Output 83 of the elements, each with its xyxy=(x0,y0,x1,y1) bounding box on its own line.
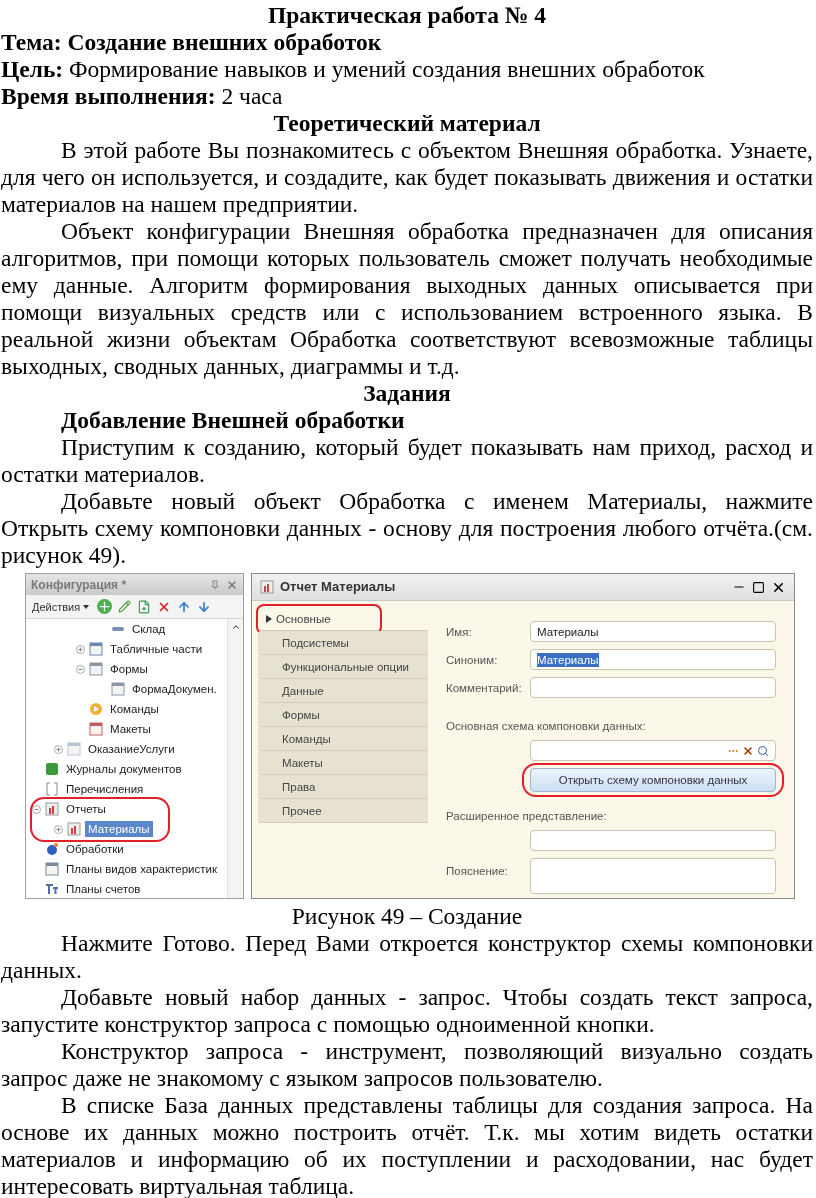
report-icon xyxy=(45,802,59,816)
panel-title: Конфигурация * xyxy=(31,577,128,592)
expand-icon[interactable] xyxy=(76,644,85,654)
command-icon xyxy=(89,702,103,716)
field-value: Материалы xyxy=(537,652,599,667)
report-icon xyxy=(67,822,81,836)
actions-menu[interactable]: Действия xyxy=(30,599,92,614)
chart-icon xyxy=(45,862,59,876)
paragraph: Приступим к созданию, который будет показывать нам приход, расход и остатки материалов. xyxy=(1,434,813,488)
pencil-icon[interactable] xyxy=(118,600,132,613)
field-label: Пояснение: xyxy=(446,864,509,878)
tree-item[interactable]: Планы счетов xyxy=(63,881,144,897)
section-heading: Теоретический материал xyxy=(272,110,542,137)
paragraph: Конструктор запроса - инструмент, позволяющий визуально создать запрос даже не знакомому с языком запросов пользователю. xyxy=(1,1038,813,1092)
layout-icon xyxy=(89,722,103,736)
tab[interactable]: Функциональные опции xyxy=(258,655,428,679)
field-label: Основная схема компоновки данных: xyxy=(446,719,647,733)
scroll-up-icon[interactable] xyxy=(230,622,241,632)
form-icon xyxy=(111,682,125,696)
tree-item[interactable]: Планы видов характеристик xyxy=(63,861,220,877)
paragraph: Добавьте новый объект Обработка с именем Материалы, нажмите Открыть схему компоновки данных - основу для построения любого отчёта.(см. рисунок 49). xyxy=(1,488,813,569)
field-label: Комментарий: xyxy=(446,680,523,695)
tab[interactable]: Прочее xyxy=(258,799,428,823)
accounts-icon xyxy=(45,882,59,896)
tree-item[interactable]: ФормаДокумен. xyxy=(129,681,220,697)
tree-item[interactable]: Перечисления xyxy=(63,781,147,797)
section-heading: Задания xyxy=(362,380,452,407)
expand-icon[interactable] xyxy=(54,744,63,754)
tree-item[interactable]: Табличные части xyxy=(107,641,206,657)
tree-item[interactable]: Отчеты xyxy=(63,801,109,817)
clear-icon[interactable] xyxy=(742,744,754,757)
field-value: Материалы xyxy=(537,624,599,639)
tab[interactable]: Данные xyxy=(258,679,428,703)
expand-icon[interactable] xyxy=(54,824,63,834)
tree-item[interactable]: Журналы документов xyxy=(63,761,185,777)
figure-caption: Рисунок 49 – Создание xyxy=(290,903,524,930)
document-icon xyxy=(67,742,81,756)
tab[interactable]: Подсистемы xyxy=(258,631,428,655)
collapse-icon[interactable] xyxy=(32,804,41,814)
tab[interactable]: Макеты xyxy=(258,751,428,775)
brackets-icon xyxy=(45,782,59,796)
tree-item[interactable]: Макеты xyxy=(107,721,154,737)
goal-line: Цель: Формирование навыков и умений создания внешних обработок xyxy=(1,56,706,83)
paragraph: Объект конфигурации Внешняя обработка предназначен для описания алгоритмов, при помощи которых пользователь сможет получать необходимые ему данные. Алгоритм формирования выходных данных описывается при помощи визуальных средств или с использованием встроенного языка. В реальной жизни объектам Обработка соответствуют всевозможные таблицы выходных, сводных данных, диаграммы и т.д. xyxy=(1,218,813,380)
input-field[interactable] xyxy=(530,677,776,698)
tree-item[interactable]: Обработки xyxy=(63,841,127,857)
report-icon xyxy=(260,580,274,594)
open-schema-button[interactable]: Открыть схему компоновки данных xyxy=(530,768,776,792)
field-label: Имя: xyxy=(446,624,473,639)
topic-line: Тема: Создание внешних обработок xyxy=(1,29,383,56)
tab[interactable]: Права xyxy=(258,775,428,799)
collapse-icon[interactable] xyxy=(76,664,85,674)
field-label: Расширенное представление: xyxy=(446,809,608,823)
table-icon xyxy=(89,642,103,656)
triangle-icon xyxy=(266,614,272,623)
paragraph: В этой работе Вы познакомитесь с объектом Внешняя обработка. Узнаете, для чего он используется, и создадите, как будет показывать движения и остатки материалов на нашем предприятии. xyxy=(1,137,813,218)
add-document-icon[interactable] xyxy=(137,599,152,614)
page-title: Практическая работа № 4 xyxy=(266,2,547,29)
processing-icon xyxy=(45,842,59,856)
tree-item[interactable]: Команды xyxy=(107,701,162,717)
field-label: Синоним: xyxy=(446,652,499,667)
tree-item[interactable]: ОказаниеУслуги xyxy=(85,741,178,757)
input-field[interactable]: Материалы xyxy=(530,621,776,642)
window-title: Отчет Материалы xyxy=(280,580,397,594)
paragraph: Добавьте новый набор данных - запрос. Чтобы создать текст запроса, запустите конструктор запроса с помощью одноименной кнопки. xyxy=(1,984,813,1038)
tab[interactable]: Формы xyxy=(258,703,428,727)
duration-line: Время выполнения: 2 часа xyxy=(1,83,284,110)
tree-item[interactable]: Материалы xyxy=(85,821,153,837)
paragraph: Нажмите Готово. Перед Вами откроется конструктор схемы компоновки данных. xyxy=(1,930,813,984)
subheading: Добавление Внешней обработки xyxy=(60,407,406,434)
tree-item[interactable]: Формы xyxy=(107,661,151,677)
tree-item[interactable]: Склад xyxy=(129,621,169,637)
add-icon[interactable] xyxy=(97,599,113,614)
pin-icon[interactable] xyxy=(210,579,220,590)
attribute-icon xyxy=(111,626,125,632)
tab[interactable]: Команды xyxy=(258,727,428,751)
input-field[interactable]: Материалы xyxy=(530,649,776,670)
input-field[interactable] xyxy=(530,740,776,761)
form-icon xyxy=(89,662,103,676)
maximize-icon[interactable] xyxy=(752,580,765,594)
journal-icon xyxy=(45,762,59,776)
input-field[interactable] xyxy=(530,830,776,851)
search-icon[interactable] xyxy=(757,744,769,757)
